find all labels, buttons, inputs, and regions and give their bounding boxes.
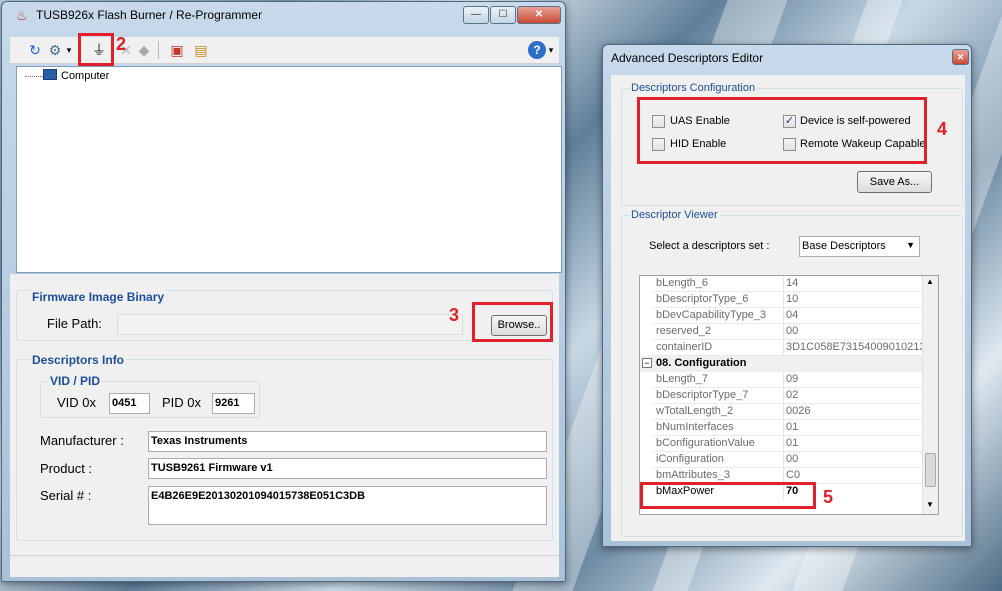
app-flame-icon: ♨	[16, 8, 28, 23]
export-icon[interactable]: ▣	[168, 41, 186, 59]
vid-label: VID 0x	[57, 395, 97, 410]
maximize-button[interactable]: ☐	[490, 6, 516, 24]
grid-row[interactable]: containerID 3D1C058E73154009010213	[640, 340, 924, 356]
tree-connector	[25, 76, 43, 77]
grid-scrollbar[interactable]: ▲ ▼	[922, 276, 938, 514]
descriptors-set-value: Base Descriptors	[802, 240, 886, 252]
descriptor-property-grid[interactable]: bLength_6 14 bDescriptorType_6 10 bDevCapa…	[639, 275, 939, 515]
annotation-box-2	[78, 33, 114, 66]
grid-row[interactable]: iConfiguration 00	[640, 452, 924, 468]
scroll-down-icon[interactable]: ▼	[926, 500, 934, 509]
scroll-up-icon[interactable]: ▲	[926, 277, 934, 286]
erase-icon[interactable]: ◆	[135, 41, 153, 59]
close-button[interactable]: ✕	[517, 6, 561, 24]
help-icon[interactable]: ?	[528, 41, 546, 59]
manufacturer-input[interactable]: Texas Instruments	[148, 431, 547, 452]
annotation-box-5	[640, 482, 816, 509]
annotation-box-3	[472, 302, 553, 342]
grid-row[interactable]: bDescriptorType_6 10	[640, 292, 924, 308]
grid-row[interactable]: bDescriptorType_7 02	[640, 388, 924, 404]
computer-icon	[43, 69, 57, 80]
grid-row[interactable]: wTotalLength_2 0026	[640, 404, 924, 420]
grid-row[interactable]: bLength_6 14	[640, 276, 924, 292]
grid-category[interactable]: − 08. Configuration	[640, 356, 924, 372]
program-icon[interactable]: ▤	[192, 41, 210, 59]
serial-label: Serial # :	[40, 488, 92, 503]
toolbar-separator	[158, 41, 159, 59]
viewer-group-title: Descriptor Viewer	[629, 209, 720, 221]
annotation-number-5: 5	[823, 487, 834, 507]
grid-row[interactable]: bDevCapabilityType_3 04	[640, 308, 924, 324]
grid-row[interactable]: bNumInterfaces 01	[640, 420, 924, 436]
pid-label: PID 0x	[162, 395, 202, 410]
collapse-icon[interactable]: −	[642, 358, 652, 368]
grid-row[interactable]: bConfigurationValue 01	[640, 436, 924, 452]
vid-input[interactable]: 0451	[109, 393, 150, 414]
grid-row[interactable]: bLength_7 09	[640, 372, 924, 388]
annotation-number-2: 2	[116, 34, 127, 54]
product-label: Product :	[40, 461, 93, 476]
chevron-down-icon: ▼	[906, 240, 915, 250]
firmware-group-title: Firmware Image Binary	[30, 290, 167, 304]
device-tree[interactable]: Computer	[16, 66, 562, 273]
descriptors-group-title: Descriptors Info	[30, 353, 127, 367]
advanced-titlebar[interactable]: Advanced Descriptors Editor ✕	[603, 45, 971, 73]
main-titlebar[interactable]: ♨ TUSB926x Flash Burner / Re-Programmer …	[2, 2, 565, 30]
file-path-label: File Path:	[47, 316, 102, 331]
descriptors-set-select[interactable]: Base Descriptors ▼	[799, 236, 920, 257]
file-path-input[interactable]	[117, 314, 463, 335]
tree-item-computer[interactable]: Computer	[61, 70, 109, 82]
annotation-number-4: 4	[937, 119, 948, 139]
refresh-icon[interactable]: ↻	[26, 41, 44, 59]
annotation-number-3: 3	[449, 305, 460, 325]
vidpid-group-title: VID / PID	[48, 374, 103, 388]
category-label: 08. Configuration	[656, 357, 747, 369]
product-input[interactable]: TUSB9261 Firmware v1	[148, 458, 547, 479]
settings-icon[interactable]: ⚙	[46, 41, 64, 59]
status-bar	[10, 555, 559, 577]
serial-input[interactable]: E4B26E9E20130201094015738E051C3DB	[148, 486, 547, 525]
minimize-button[interactable]: —	[463, 6, 489, 24]
scrollbar-thumb[interactable]	[925, 453, 936, 487]
pid-input[interactable]: 9261	[212, 393, 255, 414]
manufacturer-label: Manufacturer :	[40, 433, 124, 448]
help-dropdown-icon[interactable]: ▾	[546, 41, 556, 59]
main-window: ♨ TUSB926x Flash Burner / Re-Programmer …	[1, 1, 566, 582]
save-as-button[interactable]: Save As...	[857, 171, 932, 193]
settings-dropdown-icon[interactable]: ▾	[64, 41, 74, 59]
config-group-title: Descriptors Configuration	[629, 82, 758, 94]
advanced-close-button[interactable]: ✕	[952, 49, 969, 65]
annotation-box-4	[637, 97, 927, 164]
grid-row[interactable]: reserved_2 00	[640, 324, 924, 340]
select-descriptors-label: Select a descriptors set :	[649, 240, 770, 252]
window-title: TUSB926x Flash Burner / Re-Programmer	[36, 8, 263, 22]
advanced-window-title: Advanced Descriptors Editor	[611, 51, 764, 65]
